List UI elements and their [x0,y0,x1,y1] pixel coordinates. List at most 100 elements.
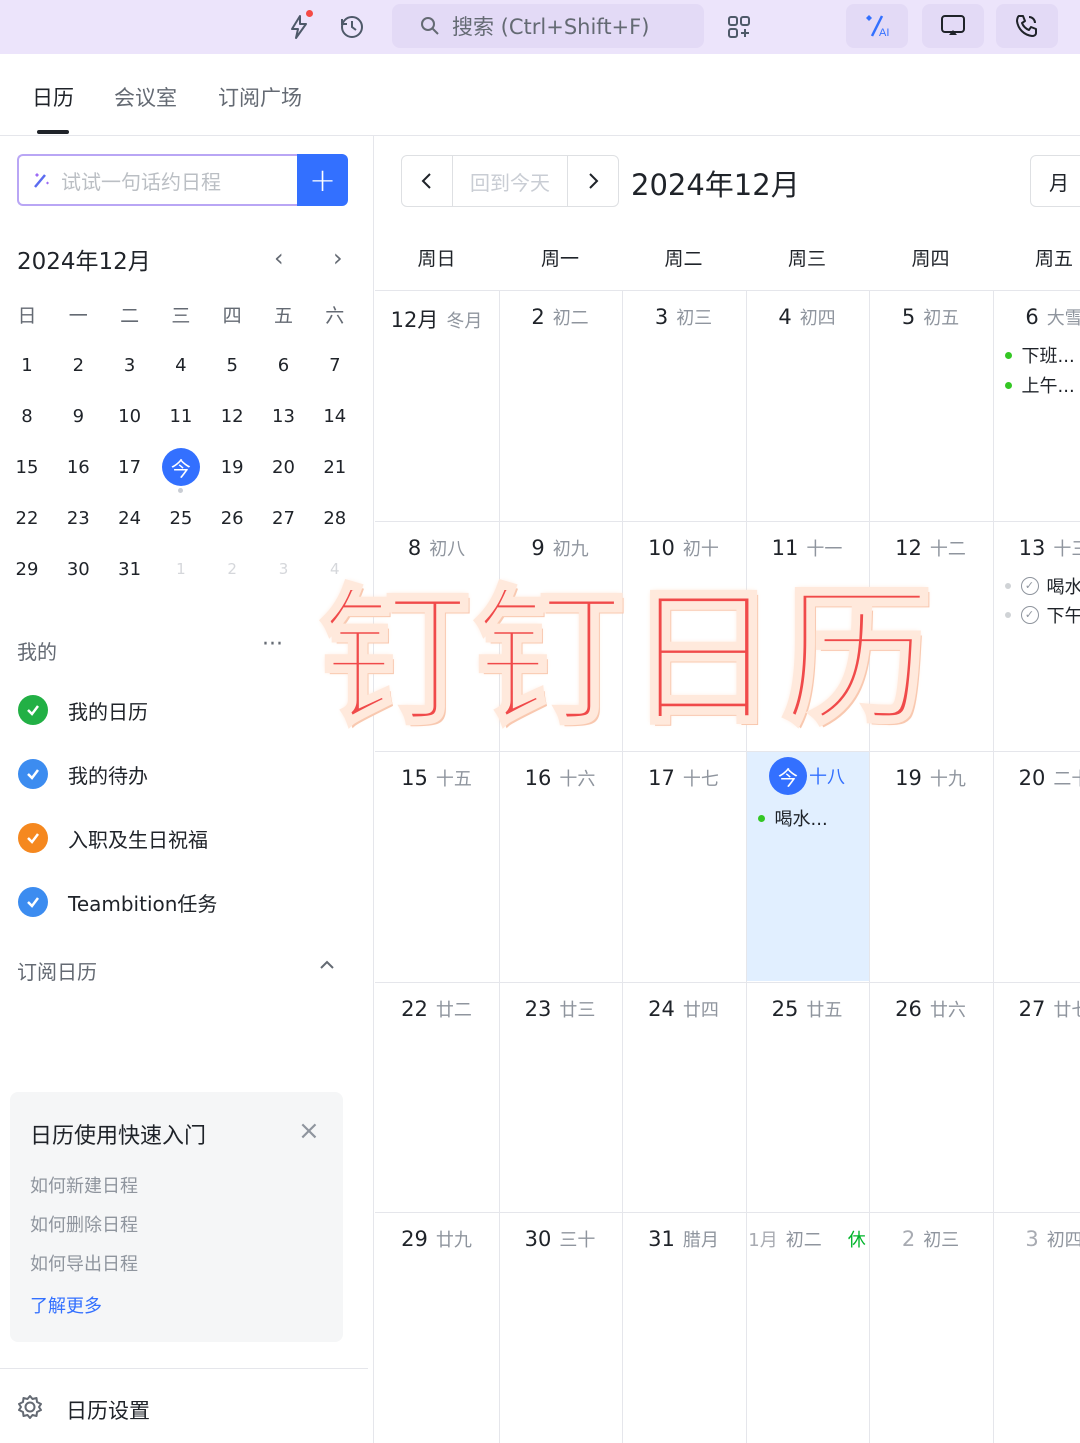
todo-check-icon[interactable]: ✓ [1020,605,1039,624]
day-cell[interactable]: 30 三十 [499,1212,622,1442]
mini-day[interactable]: 22 [2,498,52,538]
mini-day[interactable]: 5 [207,345,257,385]
day-cell[interactable]: 5 初五 [869,290,992,520]
day-cell[interactable]: 2 初三 [869,1212,992,1442]
learn-more-link[interactable]: 了解更多 [30,1292,102,1318]
day-cell-today[interactable]: 今十八 喝水... [745,751,869,981]
event-item[interactable]: 上午... [1004,372,1075,398]
mini-day[interactable]: 10 [105,396,155,436]
day-cell[interactable]: 23 廿三 [499,982,622,1212]
day-cell[interactable]: 29 廿九 [375,1212,498,1442]
mini-day[interactable]: 3 [259,549,309,589]
guide-link-export[interactable]: 如何导出日程 [30,1250,138,1276]
guide-link-create[interactable]: 如何新建日程 [30,1172,138,1198]
calendar-item[interactable]: Teambition任务 [18,885,217,919]
day-cell[interactable]: 20 二十 [993,751,1080,981]
mini-day[interactable]: 今 [156,447,206,493]
mini-day[interactable]: 1 [2,345,52,385]
mini-day[interactable]: 2 [207,549,257,589]
mini-day[interactable]: 31 [105,549,155,589]
phone-button[interactable] [996,4,1058,48]
day-cell[interactable]: 12月 冬月 [375,290,498,520]
day-cell[interactable]: 26 廿六 [869,982,992,1212]
mini-day[interactable]: 29 [2,549,52,589]
mini-day[interactable]: 1 [156,549,206,589]
day-cell[interactable]: 27 廿七 [993,982,1080,1212]
mini-day[interactable]: 21 [310,447,360,487]
prev-month-button[interactable] [402,156,452,206]
next-month-button[interactable] [568,156,618,206]
mini-day[interactable]: 4 [156,345,206,385]
mini-next-month-icon[interactable]: › [333,244,343,272]
calendar-item[interactable]: 我的日历 [18,693,148,727]
mini-day[interactable]: 23 [53,498,103,538]
day-cell[interactable]: 4 初四 [746,290,869,520]
checkbox-checked-icon[interactable] [18,887,48,917]
checkbox-checked-icon[interactable] [18,759,48,789]
calendar-item[interactable]: 我的待办 [18,757,148,791]
mini-day[interactable]: 3 [105,345,155,385]
day-cell[interactable]: 16 十六 [499,751,622,981]
todo-check-icon[interactable]: ✓ [1020,576,1039,595]
mini-day[interactable]: 20 [259,447,309,487]
day-cell[interactable]: 2 初二 [499,290,622,520]
mini-day[interactable]: 25 [156,498,206,538]
mini-day[interactable]: 15 [2,447,52,487]
day-cell[interactable]: 25 廿五 [746,982,869,1212]
screen-share-button[interactable] [922,4,984,48]
calendar-settings-button[interactable]: 日历设置 [0,1368,368,1443]
checkbox-checked-icon[interactable] [18,695,48,725]
add-schedule-button[interactable]: + [297,154,348,206]
more-options-icon[interactable]: ··· [262,632,283,657]
day-cell[interactable]: 22 廿二 [375,982,498,1212]
ai-assistant-button[interactable]: AI [846,4,908,48]
checkbox-checked-icon[interactable] [18,823,48,853]
tab-meeting-room[interactable]: 会议室 [114,82,177,112]
day-cell[interactable]: 15 十五 [375,751,498,981]
mini-prev-month-icon[interactable]: ‹ [274,244,284,272]
day-cell[interactable]: 19 十九 [869,751,992,981]
guide-link-delete[interactable]: 如何删除日程 [30,1211,138,1237]
mini-day[interactable]: 8 [2,396,52,436]
todo-item[interactable]: ✓ 喝水 [1004,573,1080,599]
day-cell[interactable]: 3 初四 [993,1212,1080,1442]
close-icon[interactable]: × [298,1116,320,1146]
mini-day[interactable]: 2 [53,345,103,385]
day-cell[interactable]: 3 初三 [622,290,745,520]
event-item[interactable]: 下班... [1004,342,1075,368]
day-cell[interactable]: 31 腊月 [622,1212,745,1442]
mini-day[interactable]: 28 [310,498,360,538]
mini-day[interactable]: 19 [207,447,257,487]
apps-grid-icon[interactable] [720,8,758,46]
mini-day[interactable]: 6 [259,345,309,385]
history-icon[interactable] [333,8,371,46]
search-bar[interactable]: 搜索 (Ctrl+Shift+F) [392,4,704,48]
mini-day[interactable]: 11 [156,396,206,436]
mini-day[interactable]: 16 [53,447,103,487]
day-cell[interactable]: 13 十三 ✓ 喝水 ✓ 下午 [993,521,1080,751]
mini-day[interactable]: 9 [53,396,103,436]
mini-day[interactable]: 13 [259,396,309,436]
event-item[interactable]: 喝水... [757,805,828,831]
mini-day[interactable]: 14 [310,396,360,436]
mini-weekday-header: 三 [171,304,191,327]
quick-schedule-input[interactable]: 试试一句话约日程 [17,154,299,206]
day-cell[interactable]: 6 大雪 下班... 上午... [993,290,1080,520]
back-to-today-button[interactable]: 回到今天 [452,156,568,206]
day-cell[interactable]: 17 十七 [622,751,745,981]
mini-day[interactable]: 7 [310,345,360,385]
mini-day[interactable]: 30 [53,549,103,589]
tab-calendar[interactable]: 日历 [32,82,74,112]
day-cell[interactable]: 1月 初二 休 [746,1212,869,1442]
mini-day[interactable]: 12 [207,396,257,436]
mini-day[interactable]: 27 [259,498,309,538]
tab-subscription-plaza[interactable]: 订阅广场 [218,82,302,112]
mini-day[interactable]: 26 [207,498,257,538]
calendar-item[interactable]: 入职及生日祝福 [18,821,208,855]
view-mode-select[interactable]: 月 [1030,155,1080,207]
todo-item[interactable]: ✓ 下午 [1004,602,1080,628]
mini-day[interactable]: 24 [105,498,155,538]
collapse-chevron-icon[interactable] [316,954,338,980]
mini-day[interactable]: 17 [105,447,155,487]
day-cell[interactable]: 24 廿四 [622,982,745,1212]
